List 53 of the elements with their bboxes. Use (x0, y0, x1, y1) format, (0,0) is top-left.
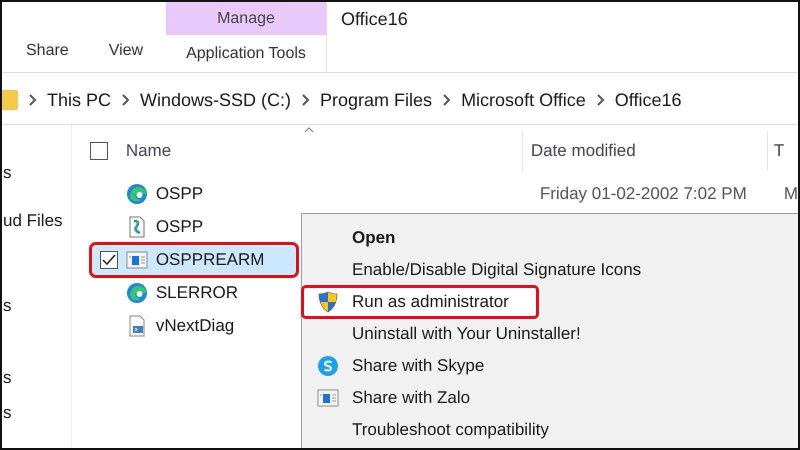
application-icon (317, 387, 339, 409)
ribbon-tab[interactable]: Share (26, 42, 69, 60)
checkmark-icon (102, 254, 116, 266)
sidebar-item[interactable]: s (3, 296, 12, 316)
column-header[interactable]: T (766, 131, 784, 171)
breadcrumb[interactable]: This PC (47, 90, 112, 110)
sort-caret-icon (304, 127, 314, 133)
select-all-checkbox[interactable] (90, 142, 108, 160)
column-header[interactable]: Date modified (522, 131, 767, 171)
menu-item[interactable]: Uninstall with Your Uninstaller! (302, 318, 798, 350)
chevron-icon (121, 94, 130, 106)
window-title: Office16 (340, 8, 408, 31)
ribbon-tab[interactable]: View (108, 42, 144, 60)
file-name: OSPPREARM (156, 250, 264, 270)
breadcrumb[interactable]: Office16 (614, 90, 682, 110)
file-row[interactable]: OSPPREARM (92, 244, 296, 274)
file-row[interactable]: OSPP (92, 178, 296, 208)
column-header[interactable]: Name (126, 141, 522, 161)
folder-icon (2, 90, 18, 110)
sidebar-item[interactable]: ud Files (3, 211, 63, 231)
row-checkbox[interactable] (100, 250, 118, 268)
menu-item[interactable]: Open (302, 222, 798, 254)
menu-item[interactable]: Run as administrator (302, 286, 538, 318)
menu-item[interactable]: Share with Skype (302, 350, 798, 382)
file-row[interactable]: vNextDiag (92, 310, 296, 340)
menu-item[interactable]: Enable/Disable Digital Signature Icons (302, 254, 798, 286)
menu-item[interactable]: Share with Zalo (302, 382, 798, 414)
sidebar-item[interactable]: s (3, 163, 12, 183)
sidebar-item[interactable]: s (3, 403, 12, 423)
chevron-icon (596, 94, 605, 106)
file-name: OSPP (156, 216, 204, 236)
skype-icon (317, 355, 339, 377)
date-modified: Friday 01-02-2002 7:02 PM (540, 184, 748, 204)
file-row[interactable]: SLERROR (92, 278, 296, 308)
breadcrumb[interactable]: Program Files (320, 90, 432, 110)
file-name: vNextDiag (156, 316, 234, 336)
application-icon (126, 248, 148, 270)
ribbon-tab[interactable]: Application Tools (166, 35, 326, 72)
contextual-tab-group: Manage (166, 2, 326, 35)
shield-icon (317, 291, 339, 313)
chevron-icon (301, 94, 310, 106)
edge-browser-icon (126, 182, 148, 204)
file-name: OSPP (156, 184, 204, 204)
edge-browser-icon (126, 282, 148, 304)
breadcrumb[interactable]: Windows-SSD (C:) (140, 90, 292, 110)
chevron-icon (442, 94, 452, 106)
menu-item[interactable]: Troubleshoot compatibility (302, 414, 798, 446)
table-cell: M (784, 184, 798, 204)
sidebar-item[interactable]: s (3, 368, 12, 388)
chevron-icon (28, 94, 37, 106)
file-row[interactable]: OSPP (92, 212, 296, 242)
breadcrumb[interactable]: Microsoft Office (461, 90, 586, 110)
file-name: SLERROR (156, 282, 238, 302)
